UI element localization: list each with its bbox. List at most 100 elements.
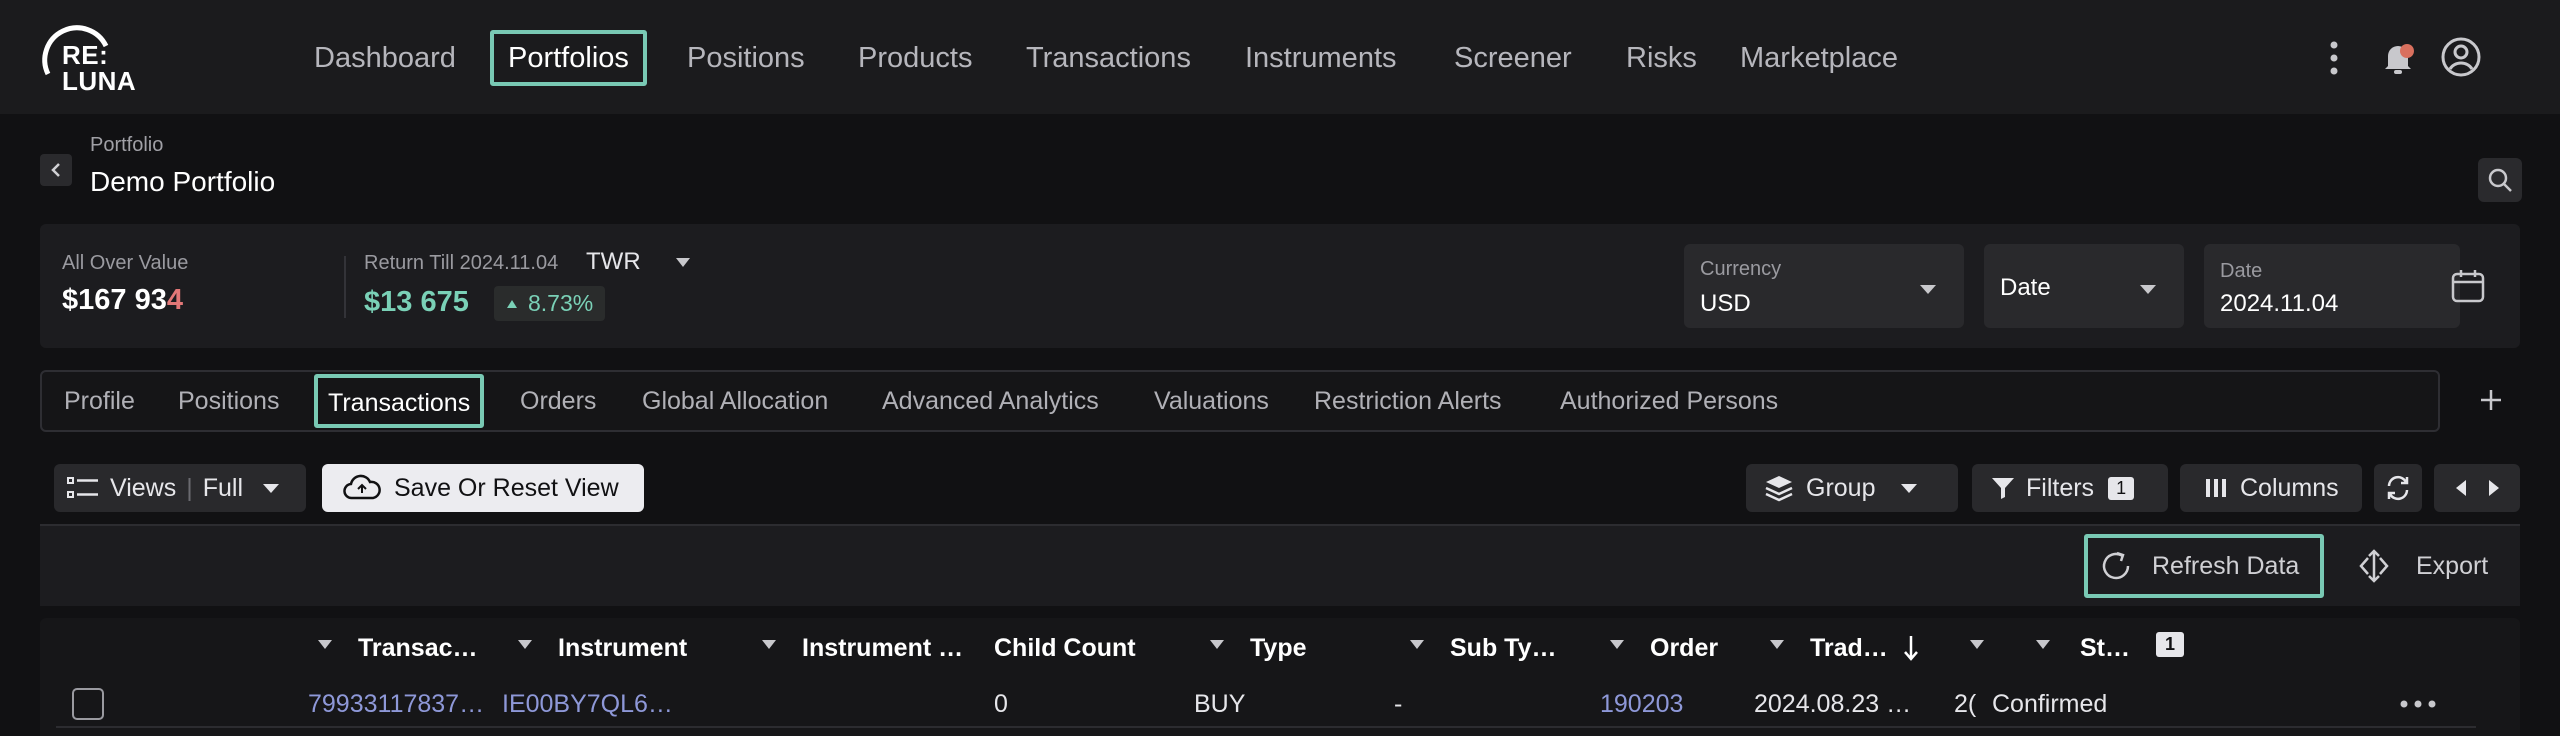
tab-authorized-persons[interactable]: Authorized Persons xyxy=(1560,372,1778,430)
arrow-right-icon[interactable] xyxy=(2487,479,2501,497)
cell-order[interactable]: 190203 xyxy=(1600,686,1683,722)
return-method-caret-icon[interactable] xyxy=(676,258,690,267)
instrument2-column-menu-icon[interactable] xyxy=(762,640,776,649)
nav-products[interactable]: Products xyxy=(858,30,972,86)
columns-icon xyxy=(2206,479,2226,497)
date-mode-caret-icon[interactable] xyxy=(2140,285,2156,294)
header-instrument[interactable]: Instrument xyxy=(558,630,687,666)
summary-divider xyxy=(344,256,346,318)
tab-profile[interactable]: Profile xyxy=(64,372,135,430)
return-method-select[interactable]: TWR xyxy=(586,248,641,276)
currency-value: USD xyxy=(1700,290,1751,317)
group-label: Group xyxy=(1806,473,1876,502)
chevron-left-icon xyxy=(51,163,60,177)
cell-sub-type: - xyxy=(1394,690,1403,718)
return-label: Return Till 2024.11.04 xyxy=(364,252,559,274)
views-label: Views xyxy=(110,473,177,502)
return-percent: 8.73% xyxy=(528,290,594,316)
arrow-left-icon[interactable] xyxy=(2454,479,2468,497)
subtype-column-menu-icon[interactable] xyxy=(1410,640,1424,649)
tab-transactions[interactable]: Transactions xyxy=(314,374,485,428)
header-instrument-2[interactable]: Instrument … xyxy=(802,630,963,666)
instrument-column-menu-icon[interactable] xyxy=(518,640,532,649)
header-type[interactable]: Type xyxy=(1250,630,1307,666)
cell-trade-date: 2024.08.23 … xyxy=(1754,690,1912,718)
return-percent-badge: 8.73% xyxy=(494,286,606,321)
calendar-icon[interactable] xyxy=(2450,268,2486,304)
order-column-menu-icon[interactable] xyxy=(1610,640,1624,649)
columns-label: Columns xyxy=(2240,473,2339,502)
row-more-actions-icon[interactable] xyxy=(2398,698,2438,710)
search-button[interactable] xyxy=(2478,158,2522,202)
bell-icon[interactable] xyxy=(2378,38,2418,78)
currency-label: Currency xyxy=(1700,258,1782,280)
arrow-up-icon xyxy=(507,299,517,308)
export-icon xyxy=(2359,549,2389,583)
reset-table-button[interactable] xyxy=(2374,464,2422,512)
return-method-value: TWR xyxy=(586,248,641,275)
nav-portfolios[interactable]: Portfolios xyxy=(490,30,647,86)
tab-positions[interactable]: Positions xyxy=(178,372,279,430)
portfolio-label: Portfolio xyxy=(90,134,164,156)
search-icon xyxy=(2488,168,2512,192)
cloud-icon xyxy=(343,474,381,500)
back-button[interactable] xyxy=(40,154,72,186)
reluna-logo[interactable]: RE: LUNA xyxy=(38,20,148,96)
layers-icon xyxy=(1765,476,1793,502)
date-mode-value: Date xyxy=(2000,274,2051,301)
save-or-reset-view-label: Save Or Reset View xyxy=(394,473,619,502)
header-status[interactable]: St… xyxy=(2080,630,2130,666)
cell-type: BUY xyxy=(1194,690,1246,718)
sort-descending-icon[interactable] xyxy=(1902,634,1920,662)
tab-advanced-analytics[interactable]: Advanced Analytics xyxy=(882,372,1099,430)
currency-caret-icon[interactable] xyxy=(1920,285,1936,294)
refresh-icon xyxy=(2102,551,2130,580)
cell-child-count: 0 xyxy=(994,690,1008,718)
tab-orders[interactable]: Orders xyxy=(520,372,596,430)
header-child-count[interactable]: Child Count xyxy=(994,630,1136,666)
filters-button[interactable]: Filters 1 xyxy=(1972,464,2168,512)
sync-icon xyxy=(2387,475,2409,501)
nav-screener[interactable]: Screener xyxy=(1454,30,1572,86)
tab-valuations[interactable]: Valuations xyxy=(1154,372,1269,430)
save-or-reset-view-button[interactable]: Save Or Reset View xyxy=(322,464,644,512)
scroll-columns-control[interactable] xyxy=(2434,464,2520,512)
all-over-value: $167 934 xyxy=(62,284,183,317)
group-select[interactable]: Group xyxy=(1746,464,1958,512)
trade-column-menu-icon[interactable] xyxy=(1770,640,1784,649)
transaction-column-menu-icon[interactable] xyxy=(318,640,332,649)
user-avatar-icon[interactable] xyxy=(2440,36,2482,78)
header-trade-date[interactable]: Trad… xyxy=(1810,630,1888,666)
columns-button[interactable]: Columns xyxy=(2180,464,2362,512)
header-sub-type[interactable]: Sub Ty… xyxy=(1450,630,1556,666)
refresh-data-button[interactable]: Refresh Data xyxy=(2084,534,2324,598)
status-column-menu-icon[interactable] xyxy=(2036,640,2050,649)
nav-marketplace[interactable]: Marketplace xyxy=(1740,30,1898,86)
header-order[interactable]: Order xyxy=(1650,630,1718,666)
views-value: Full xyxy=(202,473,244,502)
views-caret-icon xyxy=(263,483,280,493)
nav-dashboard[interactable]: Dashboard xyxy=(314,30,456,86)
unnamed-column-menu-icon[interactable] xyxy=(1970,640,1984,649)
all-over-value-main: $167 93 xyxy=(62,284,167,316)
list-view-icon xyxy=(67,477,98,498)
nav-risks[interactable]: Risks xyxy=(1626,30,1697,86)
logo-line-1: RE: xyxy=(62,40,109,70)
nav-instruments[interactable]: Instruments xyxy=(1245,30,1397,86)
views-select[interactable]: Views | Full xyxy=(54,464,306,512)
logo-text: RE: LUNA xyxy=(62,42,136,94)
header-transaction[interactable]: Transac… xyxy=(358,630,478,666)
type-column-menu-icon[interactable] xyxy=(1210,640,1224,649)
row-checkbox[interactable] xyxy=(72,688,104,720)
views-separator: | xyxy=(186,473,193,502)
tab-restriction-alerts[interactable]: Restriction Alerts xyxy=(1314,372,1502,430)
export-button[interactable]: Export xyxy=(2356,538,2488,594)
refresh-data-label: Refresh Data xyxy=(2152,551,2300,580)
nav-positions[interactable]: Positions xyxy=(687,30,805,86)
cell-transaction[interactable]: 79933117837… xyxy=(308,686,484,722)
nav-transactions[interactable]: Transactions xyxy=(1026,30,1191,86)
cell-instrument[interactable]: IE00BY7QL6… xyxy=(502,686,673,722)
add-tab-button[interactable] xyxy=(2464,378,2518,422)
tab-global-allocation[interactable]: Global Allocation xyxy=(642,372,828,430)
kebab-menu-icon[interactable] xyxy=(2320,38,2348,78)
